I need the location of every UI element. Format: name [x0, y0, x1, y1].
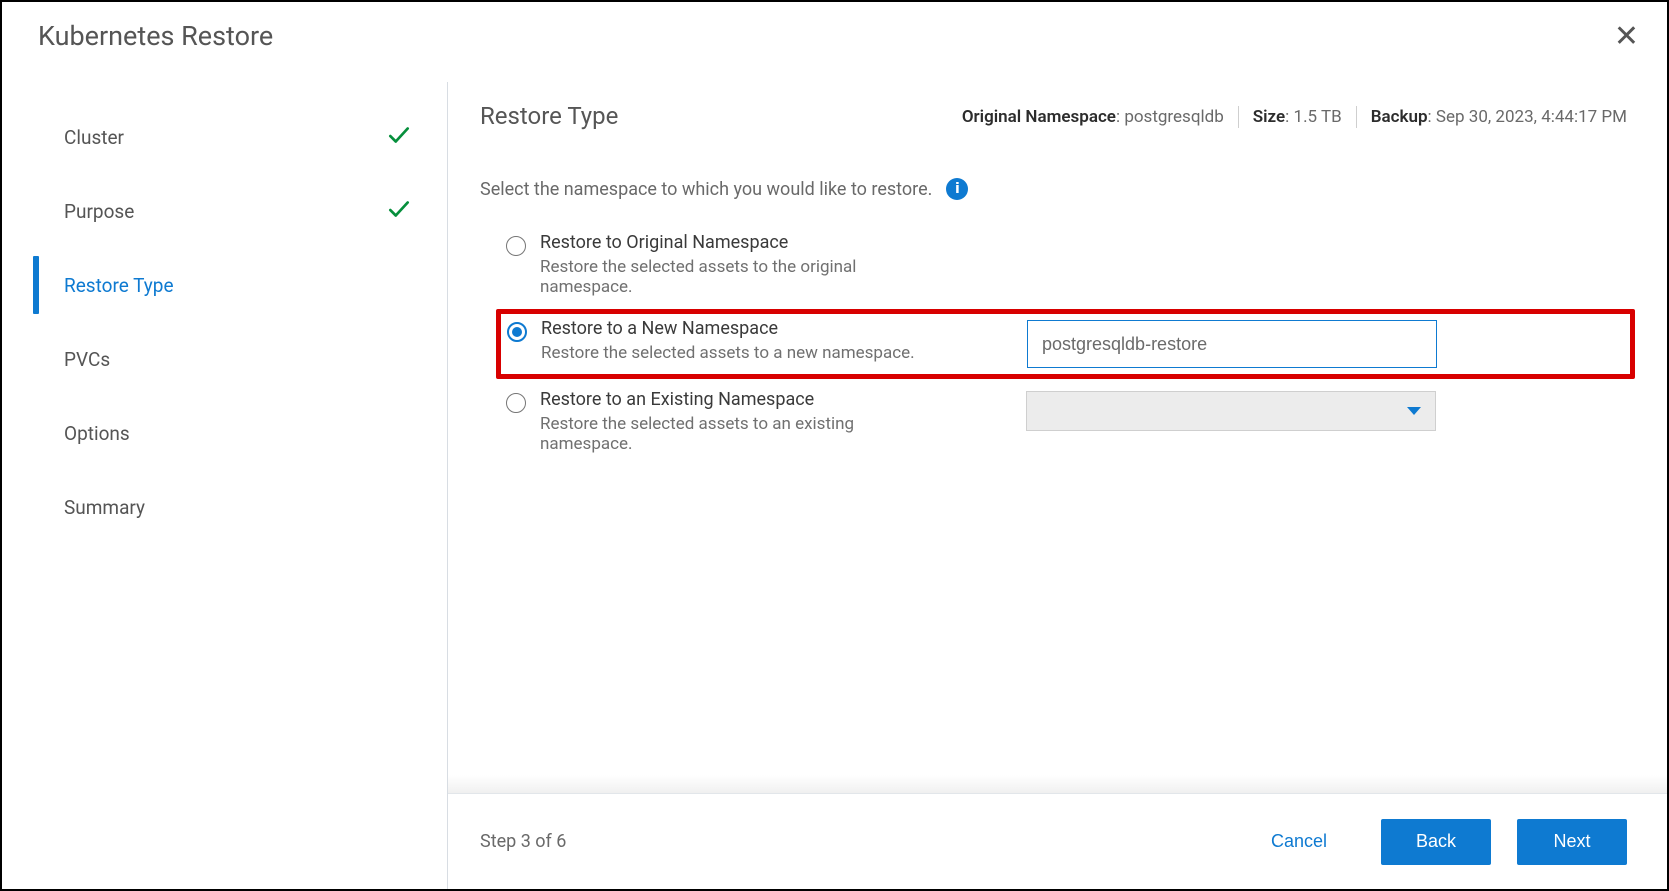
option-desc: Restore the selected assets to the origi…: [540, 257, 940, 297]
original-namespace-label: Original Namespace: [962, 107, 1116, 127]
backup-label: Backup: [1371, 107, 1428, 127]
step-label: PVCs: [64, 348, 110, 371]
radio-restore-new[interactable]: [507, 322, 527, 342]
main-panel: Restore Type Original Namespace: postgre…: [448, 82, 1667, 793]
original-namespace-value: postgresqldb: [1124, 107, 1223, 127]
info-icon[interactable]: i: [946, 178, 968, 200]
size-info: Size: 1.5 TB: [1253, 107, 1342, 127]
instruction-row: Select the namespace to which you would …: [448, 130, 1667, 224]
wizard-footer: Step 3 of 6 Cancel Back Next: [448, 793, 1667, 889]
step-label: Purpose: [64, 200, 134, 223]
new-namespace-input[interactable]: [1027, 320, 1437, 368]
wizard-sidebar: Cluster Purpose Restore Type PVCs Option…: [2, 82, 442, 889]
step-restore-type[interactable]: Restore Type: [38, 248, 412, 322]
checkmark-icon: [386, 196, 412, 227]
info-separator: [1238, 106, 1239, 128]
back-button[interactable]: Back: [1381, 819, 1491, 865]
option-desc: Restore the selected assets to an existi…: [540, 414, 940, 454]
cancel-button[interactable]: Cancel: [1243, 819, 1355, 865]
step-label: Options: [64, 422, 130, 445]
option-title: Restore to Original Namespace: [540, 232, 940, 253]
option-desc: Restore the selected assets to a new nam…: [541, 343, 915, 363]
info-separator: [1356, 106, 1357, 128]
kubernetes-restore-dialog: Kubernetes Restore ✕ Cluster Purpose Res…: [0, 0, 1669, 891]
step-counter: Step 3 of 6: [480, 831, 566, 852]
footer-actions: Cancel Back Next: [1243, 819, 1627, 865]
instruction-text: Select the namespace to which you would …: [480, 179, 932, 200]
size-label: Size: [1253, 107, 1285, 127]
option-title: Restore to an Existing Namespace: [540, 389, 940, 410]
backup-value: Sep 30, 2023, 4:44:17 PM: [1436, 107, 1627, 127]
step-options[interactable]: Options: [38, 396, 412, 470]
option-restore-existing[interactable]: Restore to an Existing Namespace Restore…: [496, 381, 1635, 464]
step-label: Restore Type: [64, 274, 174, 297]
next-button[interactable]: Next: [1517, 819, 1627, 865]
backup-info-bar: Original Namespace: postgresqldb Size: 1…: [962, 102, 1627, 128]
restore-options: Restore to Original Namespace Restore th…: [448, 224, 1667, 464]
dialog-body: Cluster Purpose Restore Type PVCs Option…: [2, 82, 1667, 889]
chevron-down-icon: [1407, 407, 1421, 415]
original-namespace-info: Original Namespace: postgresqldb: [962, 107, 1224, 127]
existing-namespace-select[interactable]: [1026, 391, 1436, 431]
page-title: Restore Type: [480, 102, 618, 130]
step-summary[interactable]: Summary: [38, 470, 412, 544]
checkmark-icon: [386, 122, 412, 153]
radio-restore-existing[interactable]: [506, 393, 526, 413]
option-restore-original[interactable]: Restore to Original Namespace Restore th…: [496, 224, 1635, 307]
step-pvcs[interactable]: PVCs: [38, 322, 412, 396]
step-cluster[interactable]: Cluster: [38, 100, 412, 174]
step-label: Cluster: [64, 126, 124, 149]
step-purpose[interactable]: Purpose: [38, 174, 412, 248]
dialog-title: Kubernetes Restore: [38, 20, 273, 52]
backup-info: Backup: Sep 30, 2023, 4:44:17 PM: [1371, 107, 1627, 127]
dialog-header: Kubernetes Restore ✕: [2, 2, 1667, 54]
size-value: 1.5 TB: [1294, 107, 1342, 127]
radio-restore-original[interactable]: [506, 236, 526, 256]
close-icon[interactable]: ✕: [1608, 20, 1645, 54]
step-label: Summary: [64, 496, 145, 519]
option-restore-new[interactable]: Restore to a New Namespace Restore the s…: [496, 309, 1635, 379]
main-header: Restore Type Original Namespace: postgre…: [448, 82, 1667, 130]
option-title: Restore to a New Namespace: [541, 318, 915, 339]
